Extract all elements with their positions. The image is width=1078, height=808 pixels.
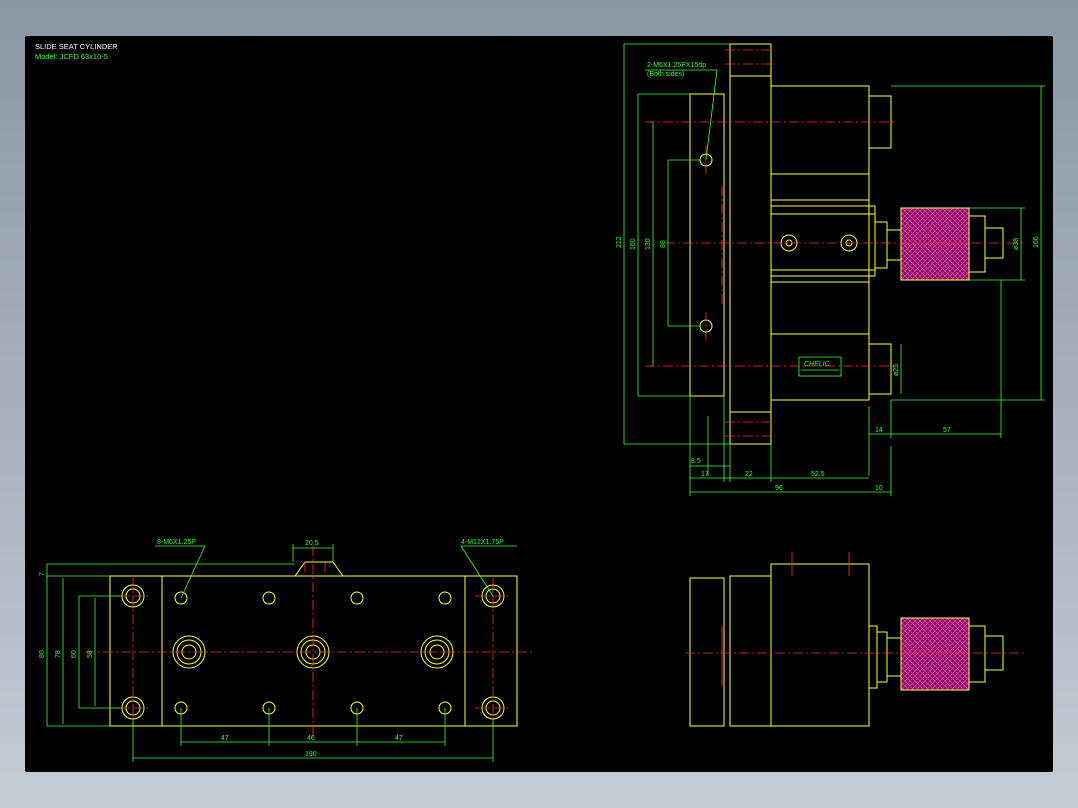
top-adjust-knob — [900, 617, 970, 691]
dim-58: 58 — [87, 650, 94, 658]
tap-hole-3 — [350, 591, 364, 605]
dim-57: 57 — [943, 427, 951, 434]
dim-20-5: 20.5 — [305, 540, 319, 547]
dim-190: 190 — [305, 751, 317, 758]
tap-hole-2 — [262, 591, 276, 605]
front-base — [109, 575, 518, 727]
top-view — [685, 552, 1025, 727]
dim-47b: 47 — [395, 735, 403, 742]
tap-hole-4 — [438, 591, 452, 605]
dim-8-5: 8.5 — [691, 458, 701, 465]
dim-212: 212 — [616, 236, 623, 248]
label-front-left-hole: 8-M6X1.25P — [157, 539, 196, 546]
dim-7: 7 — [39, 572, 46, 576]
dim-46: 46 — [307, 735, 315, 742]
front-view: 7 80 78 60 58 47 46 47 190 20.5 8-M6X1.2… — [39, 539, 535, 762]
dim-22: 22 — [745, 471, 753, 478]
dim-d25: ø25 — [893, 364, 900, 376]
dim-130: 130 — [645, 238, 652, 250]
cylinder-body — [770, 173, 870, 335]
cad-views: CHELIC 212 160 130 88 166 ø38 ø25 14 57 … — [39, 43, 1045, 762]
label-front-right-hole: 4-M12X1.75P — [461, 539, 504, 546]
upper-housing — [770, 85, 870, 175]
top-body — [729, 575, 772, 727]
label-top-hole: 2-M6X1.25PX15dp — [647, 62, 706, 69]
label-top-hole-note: (Both sides) — [647, 71, 684, 78]
dim-88: 88 — [660, 240, 667, 248]
dim-166: 166 — [1033, 236, 1040, 248]
adjust-knob — [900, 207, 970, 281]
dim-160: 160 — [630, 238, 637, 250]
front-table — [161, 575, 466, 727]
side-plate — [689, 93, 725, 397]
dim-17: 17 — [701, 471, 709, 478]
dim-80: 80 — [39, 650, 46, 658]
dim-14: 14 — [875, 427, 883, 434]
side-body — [729, 43, 772, 445]
dim-52-5: 52.5 — [811, 471, 825, 478]
top-cylinder — [770, 563, 870, 727]
dim-10: 10 — [875, 485, 883, 492]
dim-78: 78 — [55, 650, 62, 658]
dim-47a: 47 — [221, 735, 229, 742]
cad-drawing-canvas: SLIDE SEAT CYLINDER Model: JCFD 63x10-5 — [25, 36, 1053, 772]
top-plate — [689, 577, 725, 727]
dim-d38: ø38 — [1013, 238, 1020, 250]
dim-60: 60 — [71, 650, 78, 658]
dim-96: 96 — [775, 485, 783, 492]
brand-label: CHELIC — [804, 361, 831, 368]
side-view: CHELIC 212 160 130 88 166 ø38 ø25 14 57 … — [616, 43, 1045, 496]
